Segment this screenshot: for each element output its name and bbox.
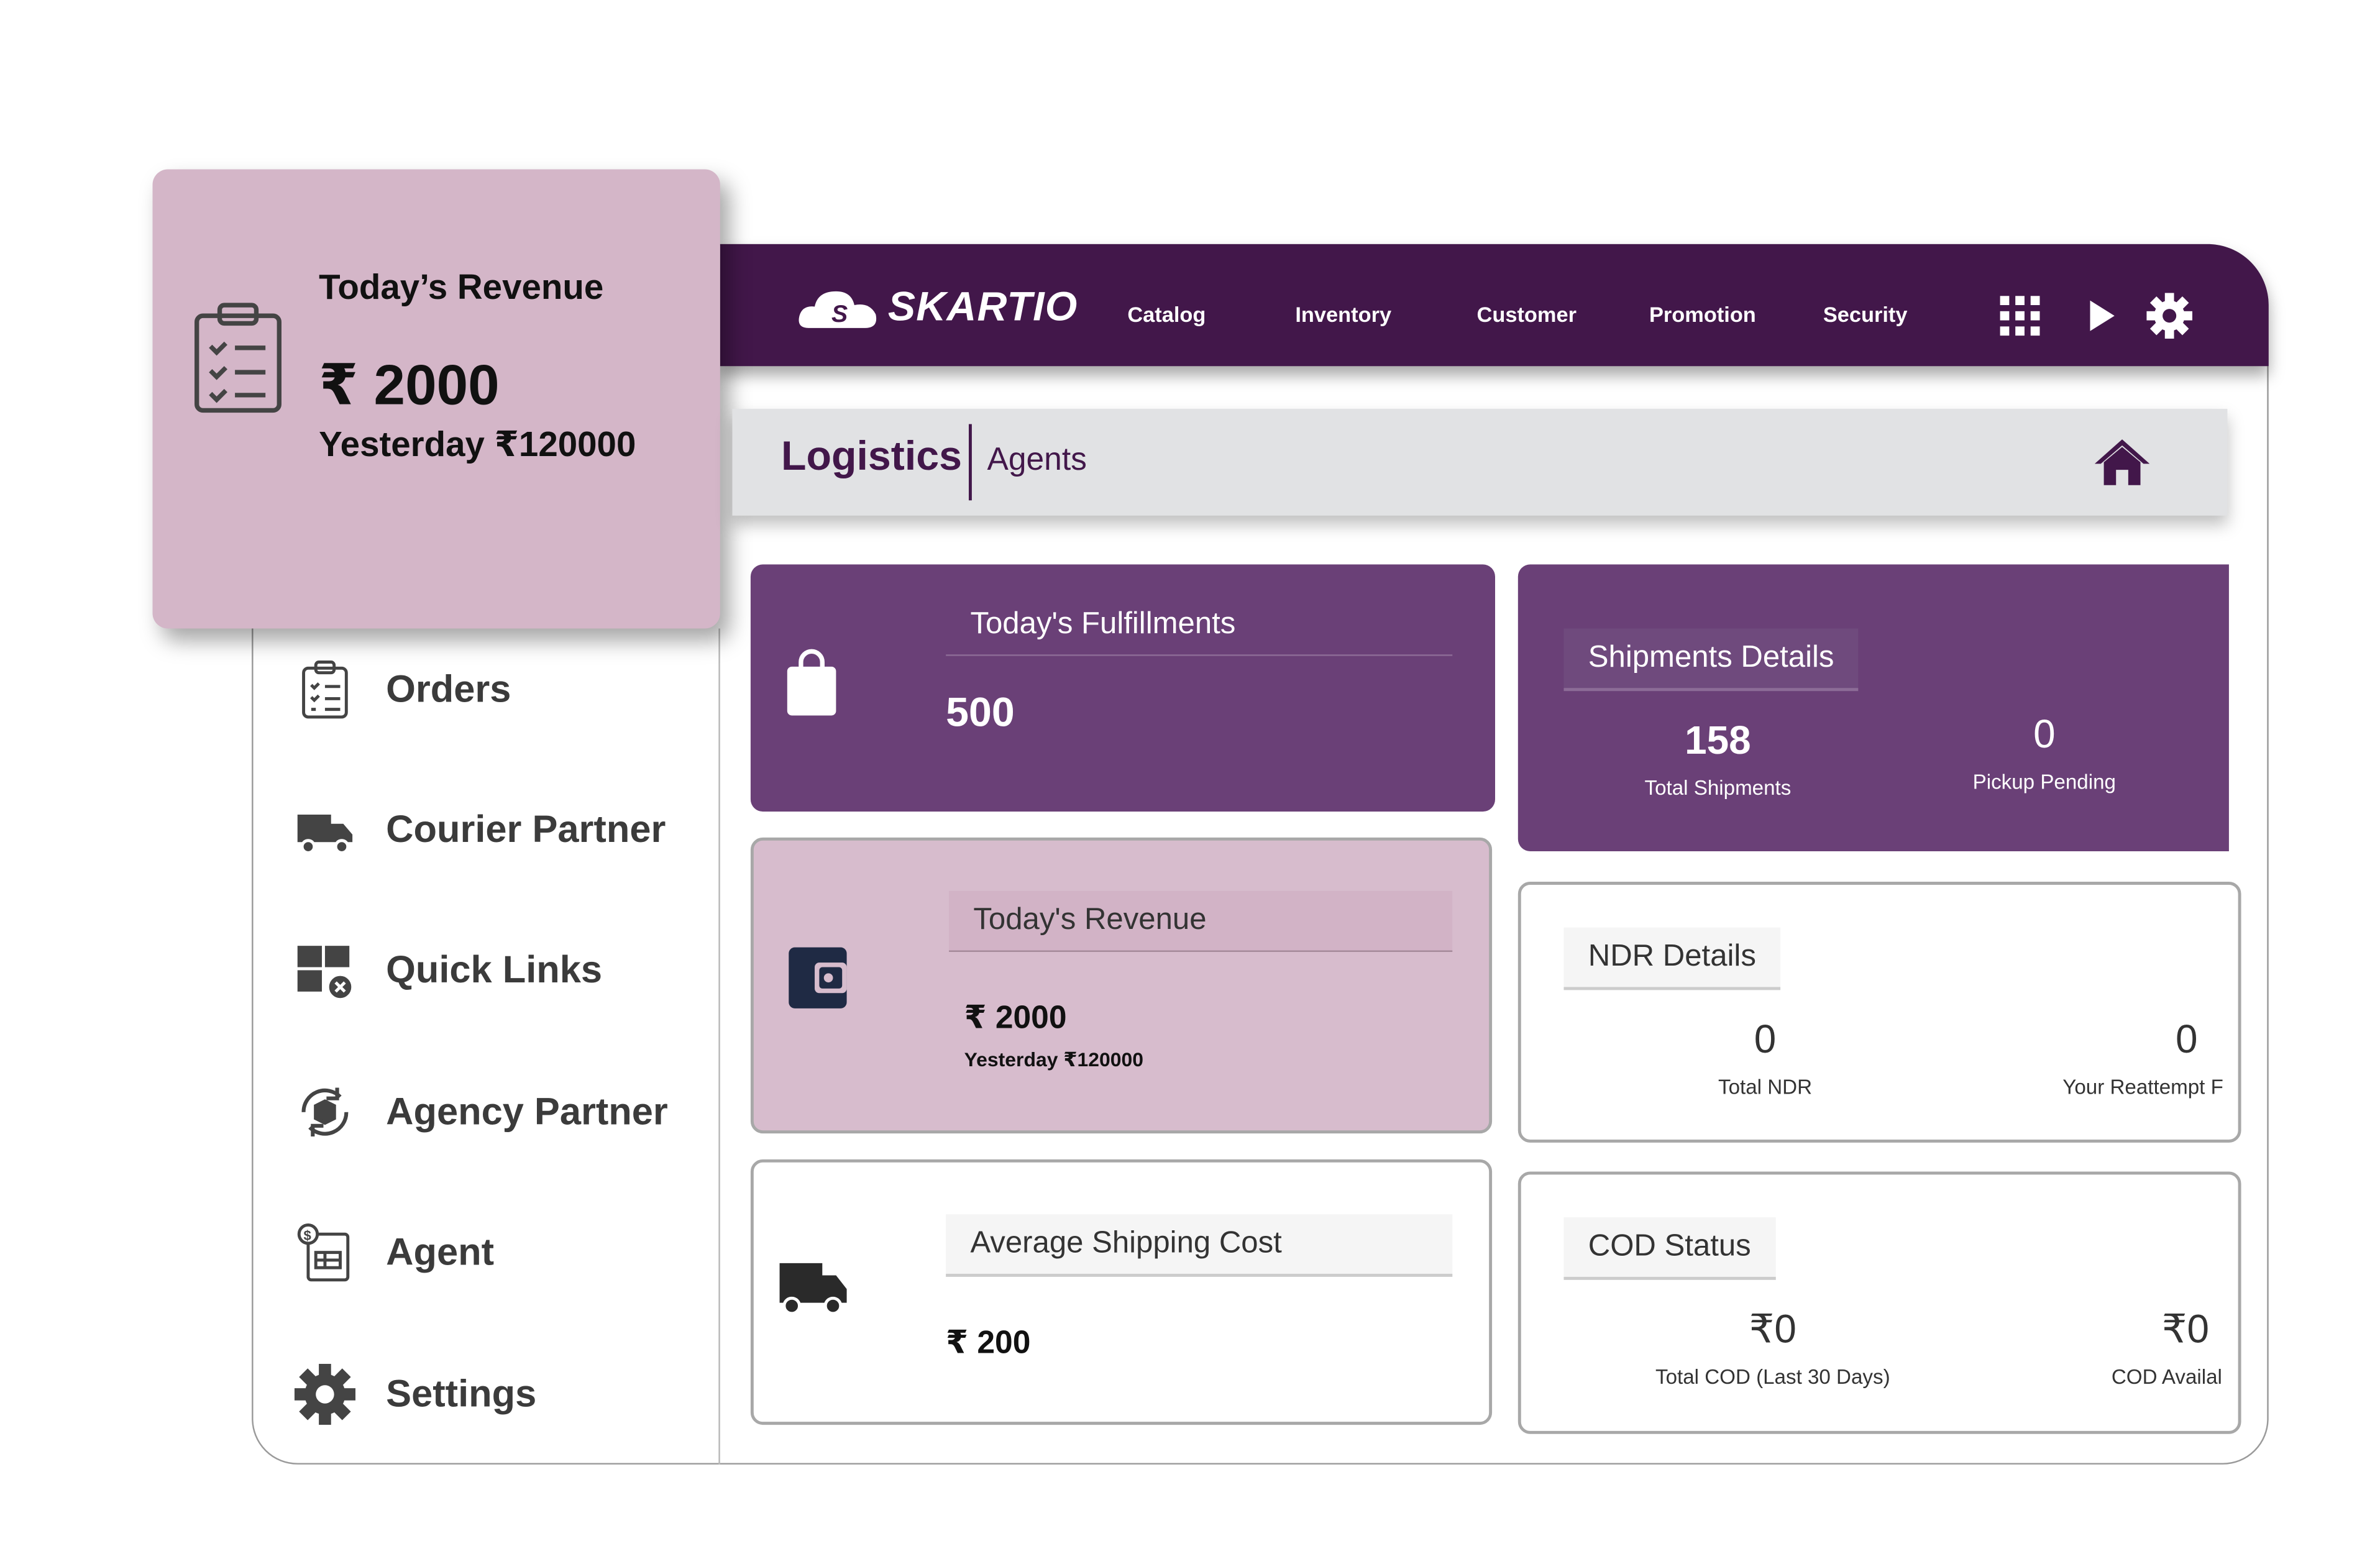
card-value: ₹ 200 [946, 1325, 1031, 1361]
stat-total-ndr: 0 Total NDR [1718, 1016, 1813, 1099]
shopping-bag-icon [787, 649, 836, 716]
shipments-card: Shipments Details 158 Total Shipments 0 Pi… [1517, 564, 2229, 851]
overlay-value: ₹ 2000 [319, 354, 500, 417]
card-value: 500 [946, 689, 1015, 736]
clipboard-icon [195, 303, 281, 413]
logo[interactable]: S SKARTIO [797, 284, 1078, 331]
stat-total-cod: ₹0 Total COD (Last 30 Days) [1655, 1305, 1890, 1389]
sidebar-label: Quick Links [386, 948, 603, 991]
grid-icon[interactable] [1998, 295, 2041, 337]
nav-catalog[interactable]: Catalog [1127, 302, 1206, 326]
sidebar-label: Settings [386, 1372, 537, 1415]
gear-icon[interactable] [2146, 293, 2192, 339]
brand-name: SKARTIO [887, 283, 1078, 330]
card-value: ₹ 2000 [964, 1000, 1067, 1036]
breadcrumb-page: Agents [987, 442, 1087, 478]
sidebar-label: Courier Partner [386, 807, 666, 851]
box-cycle-icon [301, 1087, 349, 1137]
sidebar-item-quick-links[interactable]: Quick Links [295, 940, 602, 1000]
truck-icon [779, 1263, 847, 1315]
avg-shipping-card: Average Shipping Cost ₹ 200 [750, 1159, 1493, 1425]
truck-icon [297, 815, 353, 854]
card-title: Average Shipping Cost [946, 1214, 1453, 1277]
sidebar: Orders Courier Partner Quick Links Agenc… [252, 628, 720, 1465]
card-title: NDR Details [1563, 927, 1781, 990]
cloud-logo-icon: S [799, 290, 877, 327]
cod-card: COD Status ₹0 Total COD (Last 30 Days) ₹0… [1517, 1171, 2241, 1434]
card-title: Today's Fulfillments [946, 595, 1453, 656]
revenue-overlay-card: Today’s Revenue ₹ 2000 Yesterday ₹120000 [152, 169, 720, 629]
sidebar-item-settings[interactable]: Settings [294, 1363, 537, 1425]
fulfillments-card: Today's Fulfillments 500 [750, 564, 1495, 812]
overlay-title: Today’s Revenue [319, 267, 604, 307]
nav-promotion[interactable]: Promotion [1649, 302, 1756, 326]
revenue-card: Today's Revenue ₹ 2000 Yesterday ₹120000 [750, 837, 1493, 1134]
invoice-icon: $ [297, 1223, 350, 1282]
home-icon[interactable] [2093, 436, 2151, 488]
nav-security[interactable]: Security [1823, 302, 1908, 326]
breadcrumb-section[interactable]: Logistics [781, 433, 962, 480]
nav-customer[interactable]: Customer [1477, 302, 1577, 326]
settings-gear-icon [294, 1363, 356, 1425]
top-nav: S SKARTIO Catalog Inventory Customer Pro… [720, 244, 2269, 367]
sidebar-label: Orders [386, 667, 511, 710]
wallet-icon [789, 947, 847, 1008]
stat-total-shipments: 158 Total Shipments [1644, 716, 1792, 800]
sidebar-item-orders[interactable]: Orders [295, 659, 511, 720]
sidebar-label: Agent [386, 1230, 495, 1273]
sidebar-item-courier-partner[interactable]: Courier Partner [295, 799, 666, 860]
overlay-yesterday: Yesterday ₹120000 [319, 424, 636, 464]
svg-text:$: $ [304, 1228, 311, 1243]
stat-pickup-pending: 0 Pickup Pending [1972, 711, 2116, 793]
card-yesterday: Yesterday ₹120000 [964, 1048, 1144, 1071]
sidebar-label: Agency Partner [386, 1090, 668, 1133]
svg-text:S: S [831, 299, 848, 327]
sidebar-item-agent[interactable]: $ Agent [295, 1222, 494, 1283]
nav-inventory[interactable]: Inventory [1295, 302, 1391, 326]
play-icon[interactable] [2087, 299, 2118, 332]
stat-reattempt: 0 Your Reattempt F [2062, 1016, 2223, 1099]
sidebar-item-agency-partner[interactable]: Agency Partner [295, 1082, 668, 1143]
clipboard-icon [302, 661, 348, 719]
breadcrumb-divider [968, 424, 972, 501]
card-title: Shipments Details [1563, 628, 1859, 692]
card-title: COD Status [1563, 1217, 1776, 1280]
stat-cod-available: ₹0 COD Availal [2111, 1305, 2222, 1389]
boxes-link-icon [297, 946, 354, 1000]
card-title: Today's Revenue [949, 890, 1453, 952]
ndr-card: NDR Details 0 Total NDR 0 Your Reattempt F [1517, 882, 2241, 1143]
breadcrumb: Logistics Agents [732, 408, 2228, 516]
